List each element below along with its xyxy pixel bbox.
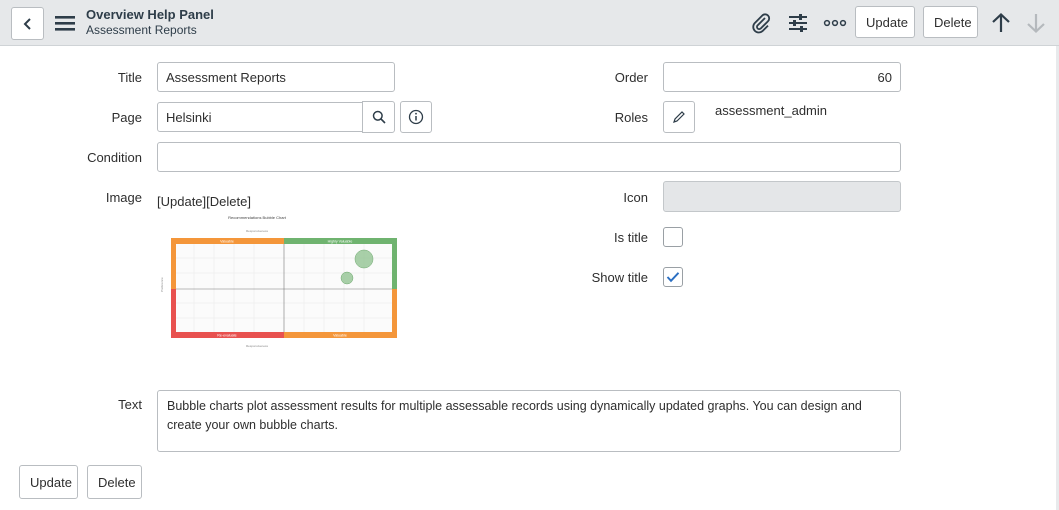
icon-field bbox=[663, 181, 901, 212]
is-title-label: Is title bbox=[614, 230, 648, 245]
header-delete-button[interactable]: Delete bbox=[923, 6, 978, 38]
roles-edit-button[interactable] bbox=[663, 101, 695, 133]
image-update-link[interactable]: [Update] bbox=[157, 194, 206, 209]
order-field[interactable]: 60 bbox=[663, 62, 901, 92]
condition-field[interactable] bbox=[157, 142, 901, 172]
image-label: Image bbox=[105, 190, 142, 205]
sliders-icon[interactable] bbox=[786, 11, 810, 35]
svg-text:Responsiveness: Responsiveness bbox=[246, 344, 269, 348]
image-preview: Recommendations Bubble Chart Responsiven… bbox=[160, 215, 397, 348]
page-info-button[interactable] bbox=[400, 101, 432, 133]
image-actions: [Update][Delete] bbox=[157, 194, 251, 209]
footer-delete-button[interactable]: Delete bbox=[87, 465, 142, 499]
image-delete-link[interactable]: [Delete] bbox=[206, 194, 251, 209]
checkmark-icon bbox=[666, 272, 680, 283]
menu-icon[interactable] bbox=[54, 12, 76, 34]
arrow-up-icon[interactable] bbox=[989, 11, 1013, 35]
show-title-label: Show title bbox=[591, 270, 648, 285]
page-label: Page bbox=[111, 110, 142, 125]
page-title: Overview Help Panel bbox=[86, 7, 214, 22]
text-field[interactable]: Bubble charts plot assessment results fo… bbox=[157, 390, 901, 452]
preview-axis-text: Responsiveness bbox=[246, 229, 269, 233]
back-icon bbox=[23, 17, 31, 30]
title-field[interactable]: Assessment Reports bbox=[157, 62, 395, 92]
preview-bubble-large bbox=[354, 249, 374, 269]
header-update-button[interactable]: Update bbox=[855, 6, 915, 38]
page-field[interactable]: Helsinki bbox=[157, 102, 363, 132]
paperclip-icon[interactable] bbox=[749, 11, 773, 35]
show-title-checkbox[interactable] bbox=[663, 267, 683, 287]
order-label: Order bbox=[614, 70, 648, 85]
page-subtitle: Assessment Reports bbox=[86, 23, 197, 37]
title-label: Title bbox=[117, 70, 142, 85]
preview-chart-title: Recommendations Bubble Chart bbox=[228, 215, 287, 220]
preview-top-right-label: Highly Valuable bbox=[328, 240, 353, 244]
search-icon bbox=[372, 110, 386, 124]
icon-label: Icon bbox=[623, 190, 648, 205]
page-lookup-button[interactable] bbox=[362, 101, 395, 133]
preview-top-left-label: Valuable bbox=[220, 240, 234, 244]
roles-value: assessment_admin bbox=[715, 103, 827, 118]
is-title-checkbox[interactable] bbox=[663, 227, 683, 247]
preview-bottom-left-label: Re-evaluate bbox=[217, 334, 236, 338]
footer-update-button[interactable]: Update bbox=[19, 465, 78, 499]
preview-bubble-small bbox=[340, 271, 354, 285]
preview-bottom-right-label: Valuable bbox=[333, 334, 347, 338]
text-label: Text bbox=[118, 397, 142, 412]
arrow-down-icon[interactable] bbox=[1024, 11, 1048, 35]
more-icon[interactable] bbox=[823, 11, 847, 35]
condition-label: Condition bbox=[87, 150, 142, 165]
form-header: Overview Help Panel Assessment Reports U… bbox=[0, 0, 1059, 46]
svg-text:Preference: Preference bbox=[160, 277, 164, 292]
info-icon bbox=[408, 109, 424, 125]
pencil-icon bbox=[673, 111, 685, 123]
roles-label: Roles bbox=[614, 110, 648, 125]
back-button[interactable] bbox=[11, 7, 44, 40]
